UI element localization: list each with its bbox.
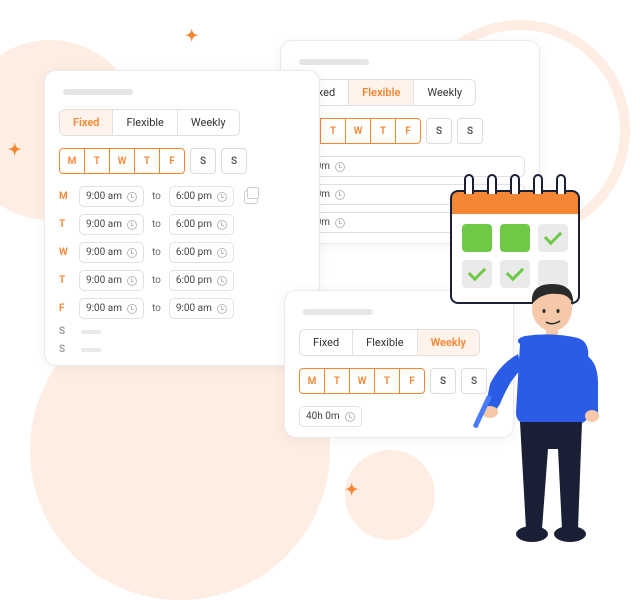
row-day-label: W — [59, 247, 71, 258]
schedule-row: S — [59, 344, 305, 355]
tab-fixed[interactable]: Fixed — [60, 110, 113, 135]
card-title-placeholder — [303, 309, 373, 315]
start-time-input[interactable]: 9:00 am — [79, 214, 144, 235]
schedule-row: S — [59, 326, 305, 337]
day-th[interactable]: T — [374, 368, 400, 394]
to-label: to — [152, 275, 161, 286]
schedule-type-tabs: Fixed Flexible Weekly — [299, 329, 480, 356]
tab-flexible[interactable]: Flexible — [113, 110, 177, 135]
clock-icon — [127, 220, 137, 230]
row-day-label: F — [59, 303, 71, 314]
schedule-row: T 9:00 am to 6:00 pm — [59, 214, 305, 235]
row-day-label: T — [59, 275, 71, 286]
day-su[interactable]: S — [221, 148, 247, 174]
day-selector: M T W T F S S — [59, 148, 305, 174]
start-time-input[interactable]: 9:00 am — [79, 298, 144, 319]
clock-icon — [345, 412, 355, 422]
tab-flexible[interactable]: Flexible — [353, 330, 417, 355]
to-label: to — [152, 191, 161, 202]
clock-icon — [335, 218, 345, 228]
calendar-cell — [462, 224, 492, 252]
schedule-row: F 9:00 am to 9:00 am — [59, 298, 305, 319]
row-day-label: S — [59, 344, 71, 355]
clock-icon — [217, 248, 227, 258]
hours-input[interactable]: 40h 0m — [299, 406, 362, 427]
schedule-row: M 9:00 am to 6:00 pm — [59, 186, 305, 207]
card-title-placeholder — [299, 59, 369, 65]
start-time-input[interactable]: 9:00 am — [79, 270, 144, 291]
day-t[interactable]: T — [320, 118, 346, 144]
day-su[interactable]: S — [457, 118, 483, 144]
day-f[interactable]: F — [395, 118, 421, 144]
schedule-row: T 9:00 am to 6:00 pm — [59, 270, 305, 291]
sparkle-icon: ✦ — [185, 26, 196, 45]
day-th[interactable]: T — [370, 118, 396, 144]
day-s[interactable]: S — [190, 148, 216, 174]
day-th[interactable]: T — [134, 148, 160, 174]
day-s[interactable]: S — [426, 118, 452, 144]
day-w[interactable]: W — [109, 148, 135, 174]
day-f[interactable]: F — [399, 368, 425, 394]
check-icon — [544, 227, 562, 245]
day-s[interactable]: S — [430, 368, 456, 394]
day-f[interactable]: F — [159, 148, 185, 174]
clock-icon — [335, 190, 345, 200]
tab-flexible[interactable]: Flexible — [349, 80, 414, 105]
end-time-input[interactable]: 6:00 pm — [169, 270, 234, 291]
sparkle-icon: ✦ — [8, 140, 19, 159]
clock-icon — [127, 248, 137, 258]
sparkle-icon: ✦ — [345, 480, 356, 499]
end-time-input[interactable]: 6:00 pm — [169, 186, 234, 207]
row-day-label: S — [59, 326, 71, 337]
end-time-input[interactable]: 6:00 pm — [169, 214, 234, 235]
tab-fixed[interactable]: Fixed — [300, 330, 353, 355]
start-time-input[interactable]: 9:00 am — [79, 186, 144, 207]
end-time-input[interactable]: 6:00 pm — [169, 242, 234, 263]
day-selector: M T W T F S S — [299, 368, 499, 394]
row-day-label: M — [59, 191, 71, 202]
card-title-placeholder — [63, 89, 133, 95]
day-w[interactable]: W — [349, 368, 375, 394]
day-w[interactable]: W — [345, 118, 371, 144]
clock-icon — [127, 192, 137, 202]
clock-icon — [127, 276, 137, 286]
schedule-type-tabs: Fixed Flexible Weekly — [59, 109, 240, 136]
schedule-type-tabs: Fixed Flexible Weekly — [295, 79, 476, 106]
clock-icon — [217, 304, 227, 314]
day-selector: M T W T F S S — [295, 118, 525, 144]
day-m[interactable]: M — [59, 148, 85, 174]
to-label: to — [152, 247, 161, 258]
tab-weekly[interactable]: Weekly — [178, 110, 239, 135]
day-t[interactable]: T — [324, 368, 350, 394]
day-m[interactable]: M — [299, 368, 325, 394]
to-label: to — [152, 219, 161, 230]
end-time-input[interactable]: 9:00 am — [169, 298, 234, 319]
empty-indicator — [81, 330, 101, 334]
schedule-card-fixed: Fixed Flexible Weekly M T W T F S S M 9:… — [44, 70, 320, 366]
person-illustration — [470, 264, 620, 544]
clock-icon — [217, 276, 227, 286]
copy-icon[interactable] — [244, 190, 258, 204]
start-time-input[interactable]: 9:00 am — [79, 242, 144, 263]
to-label: to — [152, 303, 161, 314]
empty-indicator — [81, 348, 101, 352]
schedule-row: W 9:00 am to 6:00 pm — [59, 242, 305, 263]
clock-icon — [127, 304, 137, 314]
row-day-label: T — [59, 219, 71, 230]
tab-weekly[interactable]: Weekly — [414, 80, 475, 105]
clock-icon — [217, 192, 227, 202]
calendar-cell — [500, 224, 530, 252]
day-t[interactable]: T — [84, 148, 110, 174]
clock-icon — [335, 162, 345, 172]
clock-icon — [217, 220, 227, 230]
calendar-cell — [538, 224, 568, 252]
